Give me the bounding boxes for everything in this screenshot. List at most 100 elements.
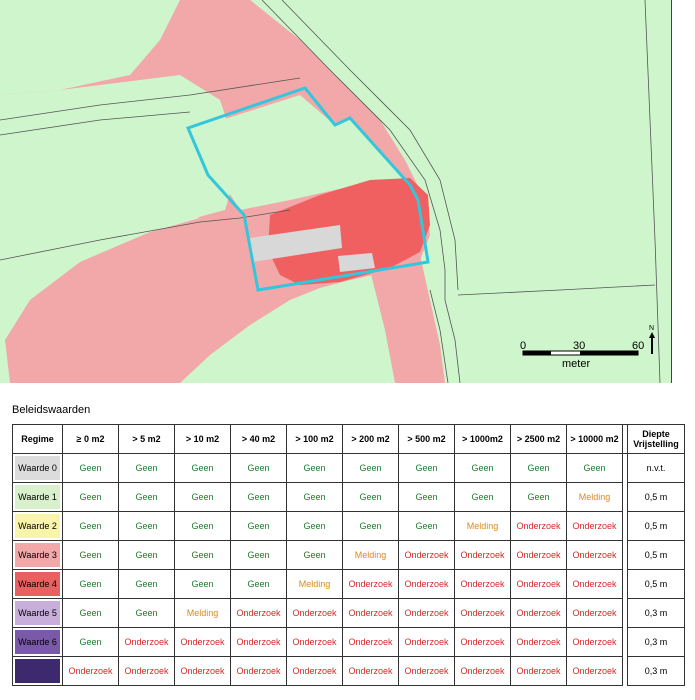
status-cell: Geen <box>398 511 455 541</box>
depth-cell: 0,3 m <box>627 656 685 686</box>
header-threshold: > 500 m2 <box>398 424 455 454</box>
status-cell: Onderzoek <box>230 598 287 628</box>
map-view[interactable]: 0 30 60 meter N <box>0 0 672 383</box>
status-cell: Onderzoek <box>398 627 455 657</box>
regime-cell: Waarde 2 <box>12 511 63 541</box>
status-cell: Melding <box>174 598 231 628</box>
regime-cell: Waarde 3 <box>12 540 63 570</box>
table-row: Waarde 0 Geen Geen Geen Geen Geen Geen Geen Geen… <box>12 453 685 483</box>
regime-swatch: Waarde 5 <box>15 601 60 625</box>
status-cell: Onderzoek <box>286 627 343 657</box>
regime-swatch: Waarde 4 <box>15 572 60 596</box>
status-cell: Onderzoek <box>510 598 567 628</box>
status-cell: Geen <box>118 482 175 512</box>
status-cell: Geen <box>62 540 119 570</box>
depth-cell: 0,3 m <box>627 627 685 657</box>
status-cell: Geen <box>342 511 399 541</box>
depth-cell: 0,5 m <box>627 482 685 512</box>
status-cell: Geen <box>174 482 231 512</box>
status-cell: Onderzoek <box>398 656 455 686</box>
status-cell: Geen <box>174 569 231 599</box>
header-regime: Regime <box>12 424 63 454</box>
north-label: N <box>649 325 654 332</box>
status-cell: Onderzoek <box>510 511 567 541</box>
status-cell: Onderzoek <box>342 598 399 628</box>
regime-cell <box>12 656 63 686</box>
status-cell: Onderzoek <box>454 627 511 657</box>
status-cell: Onderzoek <box>566 627 623 657</box>
status-cell: Geen <box>342 453 399 483</box>
status-cell: Geen <box>174 453 231 483</box>
scale-unit: meter <box>562 358 590 370</box>
status-cell: Geen <box>118 569 175 599</box>
status-cell: Onderzoek <box>566 540 623 570</box>
regime-swatch: Waarde 1 <box>15 485 60 509</box>
regime-cell: Waarde 6 <box>12 627 63 657</box>
table-row: Waarde 4 Geen Geen Geen Geen Melding Onderzoek… <box>12 569 685 599</box>
regime-swatch: Waarde 6 <box>15 630 60 654</box>
header-threshold: > 5 m2 <box>118 424 175 454</box>
status-cell: Onderzoek <box>566 598 623 628</box>
status-cell: Geen <box>398 482 455 512</box>
regime-swatch <box>15 659 60 683</box>
header-threshold: ≥ 0 m2 <box>62 424 119 454</box>
regime-cell: Waarde 0 <box>12 453 63 483</box>
status-cell: Onderzoek <box>398 598 455 628</box>
status-cell: Onderzoek <box>510 656 567 686</box>
status-cell: Onderzoek <box>342 627 399 657</box>
status-cell: Onderzoek <box>454 540 511 570</box>
legend-title: Beleidswaarden <box>12 404 91 416</box>
status-cell: Onderzoek <box>454 598 511 628</box>
status-cell: Geen <box>118 598 175 628</box>
regime-cell: Waarde 4 <box>12 569 63 599</box>
status-cell: Geen <box>62 482 119 512</box>
status-cell: Onderzoek <box>510 540 567 570</box>
status-cell: Onderzoek <box>398 569 455 599</box>
status-cell: Onderzoek <box>454 569 511 599</box>
header-threshold: > 10000 m2 <box>566 424 623 454</box>
scale-tick-0: 0 <box>520 340 526 352</box>
regime-swatch: Waarde 3 <box>15 543 60 567</box>
status-cell: Geen <box>286 482 343 512</box>
status-cell: Geen <box>398 453 455 483</box>
regime-cell: Waarde 1 <box>12 482 63 512</box>
status-cell: Melding <box>454 511 511 541</box>
regime-swatch: Waarde 2 <box>15 514 60 538</box>
status-cell: Geen <box>118 540 175 570</box>
status-cell: Geen <box>510 482 567 512</box>
policy-table: Regime ≥ 0 m2 > 5 m2 > 10 m2 > 40 m2 > 100 m2… <box>12 424 685 686</box>
status-cell: Geen <box>62 511 119 541</box>
status-cell: Geen <box>286 511 343 541</box>
status-cell: Geen <box>566 453 623 483</box>
scale-tick-60: 60 <box>632 340 644 352</box>
status-cell: Onderzoek <box>510 569 567 599</box>
status-cell: Geen <box>286 453 343 483</box>
status-cell: Melding <box>342 540 399 570</box>
status-cell: Onderzoek <box>230 656 287 686</box>
header-threshold: > 2500 m2 <box>510 424 567 454</box>
table-row: Waarde 1 Geen Geen Geen Geen Geen Geen Geen Geen… <box>12 482 685 512</box>
status-cell: Geen <box>174 540 231 570</box>
status-cell: Onderzoek <box>62 656 119 686</box>
status-cell: Onderzoek <box>342 656 399 686</box>
status-cell: Geen <box>62 627 119 657</box>
table-row: Waarde 6 Geen Onderzoek Onderzoek Onderzoek O… <box>12 627 685 657</box>
status-cell: Geen <box>286 540 343 570</box>
status-cell: Geen <box>454 453 511 483</box>
status-cell: Geen <box>62 569 119 599</box>
header-threshold: > 200 m2 <box>342 424 399 454</box>
depth-cell: 0,5 m <box>627 569 685 599</box>
status-cell: Onderzoek <box>286 598 343 628</box>
status-cell: Geen <box>510 453 567 483</box>
table-header-row: Regime ≥ 0 m2 > 5 m2 > 10 m2 > 40 m2 > 100 m2… <box>12 424 685 454</box>
status-cell: Onderzoek <box>566 656 623 686</box>
status-cell: Melding <box>286 569 343 599</box>
table-row: Waarde 5 Geen Geen Melding Onderzoek Onderzoe… <box>12 598 685 628</box>
status-cell: Onderzoek <box>174 627 231 657</box>
depth-cell: 0,3 m <box>627 598 685 628</box>
status-cell: Onderzoek <box>174 656 231 686</box>
status-cell: Onderzoek <box>118 656 175 686</box>
header-threshold: > 1000m2 <box>454 424 511 454</box>
depth-cell: 0,5 m <box>627 511 685 541</box>
status-cell: Onderzoek <box>566 569 623 599</box>
